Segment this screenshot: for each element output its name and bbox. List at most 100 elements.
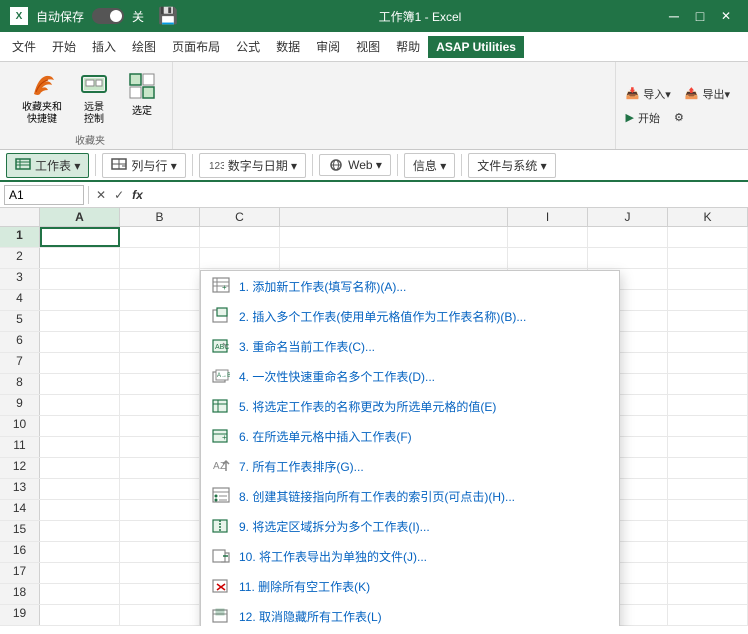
menu-review[interactable]: 审阅 [308,34,348,59]
formula-input[interactable] [150,188,744,202]
asap-btn-files[interactable]: 文件与系统 ▾ [468,153,555,178]
asap-btn-web[interactable]: Web ▾ [319,154,391,176]
menu-draw[interactable]: 绘图 [124,34,164,59]
cell-K16[interactable] [668,542,748,562]
dropdown-item[interactable]: + 6. 在所选单元格中插入工作表(F) [201,421,619,451]
cell-A13[interactable] [40,479,120,499]
cell-K3[interactable] [668,269,748,289]
cell-I2[interactable] [508,248,588,268]
cell-K7[interactable] [668,353,748,373]
dropdown-item[interactable]: A→B 4. 一次性快速重命名多个工作表(D)... [201,361,619,391]
cell-A6[interactable] [40,332,120,352]
cell-B12[interactable] [120,458,200,478]
asap-btn-rows-cols[interactable]: 列与行 ▾ [102,153,185,178]
autosave-toggle[interactable] [92,8,124,24]
asap-btn-info[interactable]: 信息 ▾ [404,153,455,178]
cell-J1[interactable] [588,227,668,247]
minimize-button[interactable]: ─ [662,4,686,28]
cell-D1[interactable] [280,227,508,247]
cell-K17[interactable] [668,563,748,583]
formula-cancel-icon[interactable]: ✕ [93,187,109,203]
cell-B11[interactable] [120,437,200,457]
formula-confirm-icon[interactable]: ✓ [111,187,127,203]
cell-K2[interactable] [668,248,748,268]
ribbon-btn-select[interactable]: 选定 [120,68,164,119]
asap-btn-numbers[interactable]: 123 数字与日期 ▾ [199,153,306,178]
cell-B19[interactable] [120,605,200,625]
cell-A3[interactable] [40,269,120,289]
cell-B14[interactable] [120,500,200,520]
cell-A1[interactable] [40,227,120,247]
cell-I1[interactable] [508,227,588,247]
menu-asap[interactable]: ASAP Utilities [428,36,524,58]
cell-A4[interactable] [40,290,120,310]
cell-K11[interactable] [668,437,748,457]
dropdown-item[interactable]: 12. 取消隐藏所有工作表(L) [201,601,619,626]
menu-help[interactable]: 帮助 [388,34,428,59]
cell-A11[interactable] [40,437,120,457]
cell-K19[interactable] [668,605,748,625]
cell-K4[interactable] [668,290,748,310]
menu-start[interactable]: 开始 [44,34,84,59]
cell-A12[interactable] [40,458,120,478]
cell-A17[interactable] [40,563,120,583]
ribbon-btn-favorites[interactable]: 收藏夹和快捷键 [16,68,68,128]
cell-K13[interactable] [668,479,748,499]
dropdown-item[interactable]: 2. 插入多个工作表(使用单元格值作为工作表名称)(B)... [201,301,619,331]
ribbon-btn-start[interactable]: ▶ 开始 [622,108,664,128]
menu-data[interactable]: 数据 [268,34,308,59]
cell-A2[interactable] [40,248,120,268]
ribbon-btn-import[interactable]: 📥 导入▾ [622,84,675,104]
dropdown-item[interactable]: AZ 7. 所有工作表排序(G)... [201,451,619,481]
cell-A15[interactable] [40,521,120,541]
cell-C2[interactable] [200,248,280,268]
cell-K10[interactable] [668,416,748,436]
close-button[interactable]: ✕ [714,4,738,28]
cell-B8[interactable] [120,374,200,394]
cell-A5[interactable] [40,311,120,331]
cell-K1[interactable] [668,227,748,247]
cell-K14[interactable] [668,500,748,520]
cell-K12[interactable] [668,458,748,478]
menu-view[interactable]: 视图 [348,34,388,59]
cell-B9[interactable] [120,395,200,415]
cell-B15[interactable] [120,521,200,541]
cell-C1[interactable] [200,227,280,247]
cell-J2[interactable] [588,248,668,268]
cell-A16[interactable] [40,542,120,562]
dropdown-item[interactable]: 5. 将选定工作表的名称更改为所选单元格的值(E) [201,391,619,421]
formula-fx-icon[interactable]: fx [129,187,146,203]
menu-formula[interactable]: 公式 [228,34,268,59]
ribbon-btn-settings[interactable]: ⚙ [670,109,688,126]
cell-B4[interactable] [120,290,200,310]
cell-K6[interactable] [668,332,748,352]
cell-B6[interactable] [120,332,200,352]
cell-A10[interactable] [40,416,120,436]
dropdown-item[interactable]: 8. 创建其链接指向所有工作表的索引页(可点击)(H)... [201,481,619,511]
cell-D2[interactable] [280,248,508,268]
dropdown-item[interactable]: + 1. 添加新工作表(填写名称)(A)... [201,271,619,301]
cell-B7[interactable] [120,353,200,373]
asap-btn-sheets[interactable]: 工作表 ▾ [6,153,89,178]
cell-B16[interactable] [120,542,200,562]
cell-B5[interactable] [120,311,200,331]
cell-K15[interactable] [668,521,748,541]
cell-B13[interactable] [120,479,200,499]
ribbon-btn-export[interactable]: 📤 导出▾ [681,84,734,104]
cell-K5[interactable] [668,311,748,331]
cell-A7[interactable] [40,353,120,373]
cell-A9[interactable] [40,395,120,415]
cell-A19[interactable] [40,605,120,625]
menu-page-layout[interactable]: 页面布局 [164,34,228,59]
cell-A8[interactable] [40,374,120,394]
menu-insert[interactable]: 插入 [84,34,124,59]
name-box[interactable]: A1 [4,185,84,205]
cell-K8[interactable] [668,374,748,394]
cell-B2[interactable] [120,248,200,268]
save-icon[interactable]: 💾 [158,6,178,26]
cell-A18[interactable] [40,584,120,604]
dropdown-item[interactable]: 10. 将工作表导出为单独的文件(J)... [201,541,619,571]
menu-file[interactable]: 文件 [4,34,44,59]
cell-K18[interactable] [668,584,748,604]
ribbon-btn-view[interactable]: 远景控制 [72,68,116,128]
